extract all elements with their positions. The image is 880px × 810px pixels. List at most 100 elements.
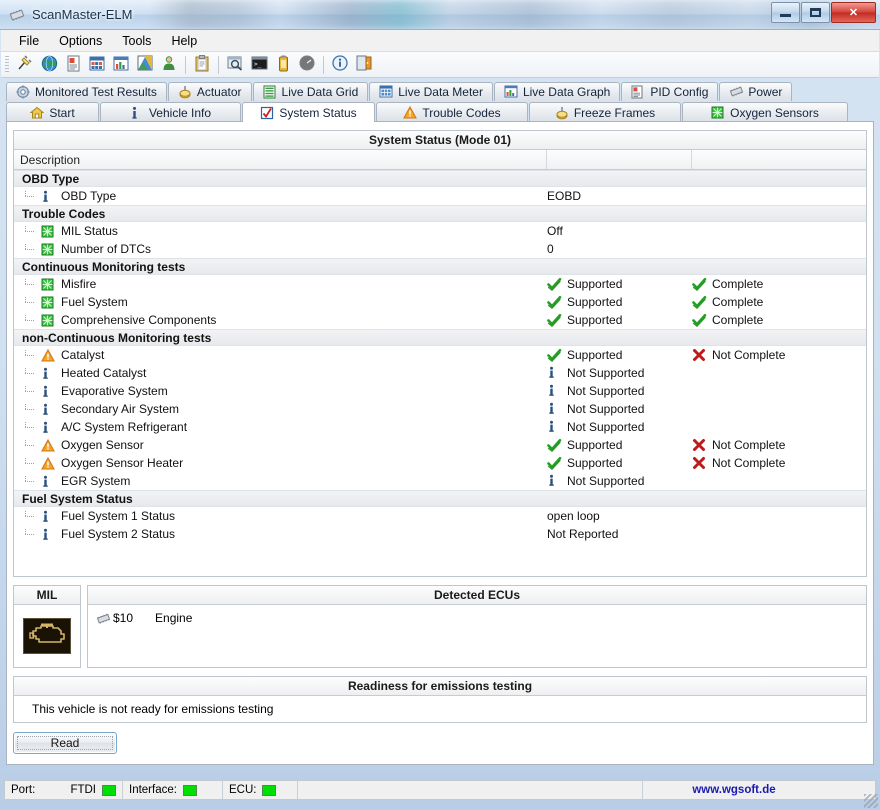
cell-value: Not Complete: [712, 348, 786, 362]
tab-monitored-test-results[interactable]: Monitored Test Results: [6, 82, 167, 101]
minimize-button[interactable]: [771, 2, 800, 23]
title-bar: ScanMaster-ELM ✕: [0, 0, 880, 30]
table-row[interactable]: Number of DTCs 0: [14, 240, 866, 258]
tab-live-data-meter[interactable]: Live Data Meter: [369, 82, 493, 101]
table-row[interactable]: EGR System Not Supported: [14, 472, 866, 490]
tab-freeze-frames[interactable]: Freeze Frames: [529, 102, 681, 122]
user-button[interactable]: [158, 54, 180, 76]
terminal-button[interactable]: >_: [248, 54, 270, 76]
system-status-page: System Status (Mode 01) Description OBD …: [6, 121, 874, 765]
tab-power[interactable]: Power: [719, 82, 793, 101]
actuator-icon: [555, 106, 569, 120]
cell-supported: Not Supported: [547, 474, 692, 488]
cell-value: EOBD: [547, 189, 582, 203]
row-label: OBD Type: [61, 189, 117, 203]
graph-button[interactable]: [134, 54, 156, 76]
cell-description: Evaporative System: [14, 384, 547, 398]
cell-description: Fuel System: [14, 295, 547, 309]
tab-start[interactable]: Start: [6, 102, 99, 122]
menu-item-help[interactable]: Help: [161, 31, 207, 51]
menu-item-tools[interactable]: Tools: [112, 31, 161, 51]
table-row[interactable]: Oxygen Sensor Heater Supported Not Complet…: [14, 454, 866, 472]
readiness-panel: Readiness for emissions testing This veh…: [13, 676, 867, 723]
tab-label: Power: [748, 85, 783, 99]
table-row[interactable]: Comprehensive Components Supported Complet…: [14, 311, 866, 329]
tab-oxygen-sensors[interactable]: Oxygen Sensors: [682, 102, 848, 122]
grid-button[interactable]: [86, 54, 108, 76]
column-header-description[interactable]: Description: [14, 150, 547, 169]
row-label: Fuel System: [61, 295, 128, 309]
list-icon: [263, 85, 277, 99]
report-button[interactable]: [62, 54, 84, 76]
info-button[interactable]: [329, 54, 351, 76]
mil-ecu-row: MIL Detected ECUs $10 Engine: [13, 585, 867, 668]
chart-button[interactable]: [110, 54, 132, 76]
close-button[interactable]: ✕: [831, 2, 876, 23]
cell-value: Complete: [712, 277, 764, 291]
table-row[interactable]: Secondary Air System Not Supported: [14, 400, 866, 418]
tab-row-secondary: Start Vehicle Info System Status Trouble…: [6, 102, 874, 122]
menu-item-file[interactable]: File: [9, 31, 49, 51]
cell-supported: Supported: [547, 277, 692, 292]
maximize-button[interactable]: [801, 2, 830, 23]
cell-value: Complete: [712, 313, 764, 327]
toolbar-grip[interactable]: [5, 55, 9, 74]
clipboard-button[interactable]: [191, 54, 213, 76]
tab-actuator[interactable]: Actuator: [167, 82, 252, 101]
cell-supported: 0: [547, 242, 692, 256]
table-row[interactable]: A/C System Refrigerant Not Supported: [14, 418, 866, 436]
group-header-label: Trouble Codes: [22, 206, 106, 221]
power-icon: [729, 85, 744, 99]
read-button[interactable]: Read: [13, 732, 117, 754]
table-row[interactable]: Oxygen Sensor Supported Not Complete: [14, 436, 866, 454]
info-icon: [547, 402, 561, 416]
column-header-supported[interactable]: [547, 150, 692, 169]
table-row[interactable]: Misfire Supported Complete: [14, 275, 866, 293]
table-row[interactable]: Fuel System 1 Status open loop: [14, 507, 866, 525]
grid-body: OBD Type OBD Type EOBD Trouble Codes MIL Sta…: [14, 170, 866, 543]
row-label: Misfire: [61, 277, 97, 291]
connect-button[interactable]: [14, 54, 36, 76]
warning-icon: [403, 105, 418, 120]
table-row[interactable]: OBD Type EOBD: [14, 187, 866, 205]
window-resize-grip[interactable]: [864, 794, 878, 808]
connect-icon: [16, 54, 34, 75]
table-row[interactable]: Fuel System 2 Status Not Reported: [14, 525, 866, 543]
tab-pid-config[interactable]: PID Config: [621, 82, 719, 101]
tab-live-data-grid[interactable]: Live Data Grid: [252, 82, 369, 101]
table-row[interactable]: Catalyst Supported Not Complete: [14, 346, 866, 364]
tab-label: Start: [49, 105, 75, 120]
cell-value: Supported: [567, 313, 623, 327]
cell-complete: Not Complete: [692, 456, 866, 470]
search-button[interactable]: [224, 54, 246, 76]
table-row[interactable]: MIL Status Off: [14, 222, 866, 240]
table-row[interactable]: Evaporative System Not Supported: [14, 382, 866, 400]
table-row[interactable]: Heated Catalyst Not Supported: [14, 364, 866, 382]
tree-connector: [24, 404, 37, 414]
menu-item-options[interactable]: Options: [49, 31, 112, 51]
window-controls: ✕: [770, 2, 876, 23]
actuator-icon: [178, 85, 192, 99]
row-label: MIL Status: [61, 224, 118, 238]
battery-button[interactable]: [272, 54, 294, 76]
cell-value: Supported: [567, 348, 623, 362]
port-led-indicator: [102, 784, 116, 796]
tree-connector: [24, 476, 37, 486]
status-website-link[interactable]: www.wgsoft.de: [643, 784, 825, 796]
cell-value: open loop: [547, 509, 600, 523]
globe-button[interactable]: [38, 54, 60, 76]
gauge-button[interactable]: [296, 54, 318, 76]
tab-vehicle-info[interactable]: Vehicle Info: [100, 102, 241, 122]
chip-icon: [96, 612, 112, 625]
row-label: EGR System: [61, 474, 131, 488]
table-row[interactable]: Fuel System Supported Complete: [14, 293, 866, 311]
check-icon: [547, 295, 562, 310]
tab-live-data-graph[interactable]: Live Data Graph: [493, 82, 621, 101]
cell-supported: Not Supported: [547, 366, 692, 380]
tab-system-status[interactable]: System Status: [242, 102, 375, 122]
tab-trouble-codes[interactable]: Trouble Codes: [376, 102, 528, 122]
cell-complete: Complete: [692, 313, 866, 328]
exit-button[interactable]: [353, 54, 375, 76]
column-header-complete[interactable]: [692, 150, 866, 169]
list-item[interactable]: $10 Engine: [96, 611, 866, 625]
